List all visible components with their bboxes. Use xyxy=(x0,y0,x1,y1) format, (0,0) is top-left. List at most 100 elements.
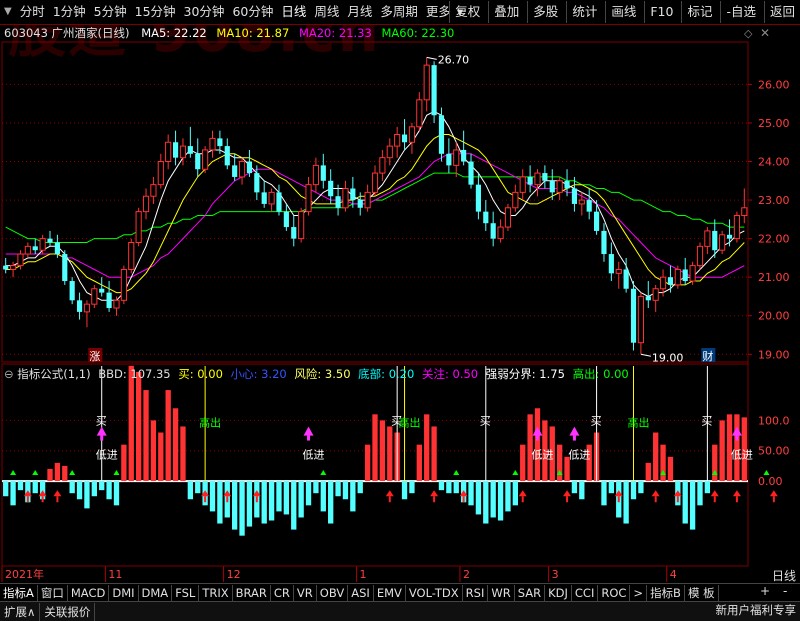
candle-up xyxy=(386,145,393,159)
promo-link[interactable]: 新用户福利专享 xyxy=(716,601,797,620)
bbd-bar-negative xyxy=(305,481,312,506)
bbd-bar-negative xyxy=(232,481,238,530)
indicator-tab-6[interactable]: TRIX xyxy=(199,584,233,602)
red-arrow-stem xyxy=(772,496,775,503)
related-quotes-button[interactable]: 关联报价 xyxy=(40,602,96,621)
zoom-in-button[interactable]: + xyxy=(760,583,770,600)
focus-triangle-stem xyxy=(307,435,311,441)
close-panel-icon[interactable]: ✕ xyxy=(760,26,770,40)
indicator-tab-15[interactable]: WR xyxy=(488,584,515,602)
indicator-tab-16[interactable]: SAR xyxy=(515,584,546,602)
candle-up xyxy=(179,145,187,159)
red-arrow-icon xyxy=(385,490,394,497)
indicator-tick-label: 100.0 xyxy=(758,414,790,427)
bbd-bar-negative xyxy=(453,481,459,494)
red-arrow-stem xyxy=(56,496,59,503)
indicator-tab-2[interactable]: MACD xyxy=(68,584,110,602)
candle-down xyxy=(246,161,253,174)
buy-signal-label: 买 xyxy=(591,414,602,427)
indicator-tab-5[interactable]: FSL xyxy=(172,584,200,602)
indicator-tab-14[interactable]: RSI xyxy=(463,584,489,602)
red-arrow-stem xyxy=(41,496,44,503)
candle-down xyxy=(54,242,60,255)
indicator-tab-18[interactable]: CCI xyxy=(572,584,599,602)
indicator-title[interactable]: 指标公式(1,1) xyxy=(17,367,90,381)
bbd-bar-negative xyxy=(268,481,275,521)
date-tick-label: 3 xyxy=(552,568,559,581)
candle-up xyxy=(733,214,741,240)
bbd-bar-negative xyxy=(320,481,326,512)
bottom-value: 底部: 0.20 xyxy=(358,367,415,381)
bbd-bar-negative xyxy=(3,481,9,497)
bbd-bar-negative xyxy=(10,481,16,506)
bbd-bar-negative xyxy=(505,481,511,512)
candle-up xyxy=(83,303,91,313)
diamond-icon[interactable]: ◇ xyxy=(744,27,752,40)
indicator-tab-3[interactable]: DMI xyxy=(109,584,139,602)
red-arrow-icon xyxy=(430,490,439,497)
green-arrow-icon xyxy=(763,470,770,475)
bbd-bar-negative xyxy=(99,481,105,491)
candle-down xyxy=(320,165,326,181)
bbd-bar-negative xyxy=(409,481,415,494)
bbd-bar-positive xyxy=(172,408,179,482)
indicator-tab-8[interactable]: CR xyxy=(271,584,294,602)
date-tick-label: 2 xyxy=(463,568,470,581)
expand-button[interactable]: 扩展∧ xyxy=(0,602,41,621)
candle-down xyxy=(667,277,674,285)
high-out-label: 高出 xyxy=(399,415,421,429)
bbd-bar-negative xyxy=(84,481,90,509)
candle-up xyxy=(637,295,644,344)
candle-down xyxy=(3,265,9,270)
indicator-collapse-icon[interactable]: ⊖ xyxy=(4,367,14,381)
kline-chart[interactable]: 26.0025.0024.0023.0022.0021.0020.0019.00… xyxy=(0,0,800,583)
focus-triangle-stem xyxy=(535,435,539,441)
indicator-tab-4[interactable]: DMA xyxy=(139,584,173,602)
candle-up xyxy=(9,265,17,270)
price-tick-label: 19.00 xyxy=(758,348,790,361)
green-arrow-icon xyxy=(320,470,327,475)
candle-down xyxy=(32,246,38,251)
candle-up xyxy=(379,157,386,174)
bbd-bar-positive xyxy=(416,444,422,482)
indicator-tick-label: 50.00 xyxy=(758,445,790,458)
red-arrow-icon xyxy=(53,490,62,497)
indicator-tab-7[interactable]: BRAR xyxy=(233,584,271,602)
candle-up xyxy=(371,172,379,193)
candle-down xyxy=(69,281,75,301)
indicator-tab-0[interactable]: 指标A xyxy=(0,584,38,602)
tab-right-0[interactable]: 指标B xyxy=(647,584,685,602)
tab-right-1[interactable]: 模 板 xyxy=(685,584,719,602)
zoom-out-button[interactable]: - xyxy=(783,583,787,600)
bbd-bar-positive xyxy=(387,426,393,482)
indicator-tab-13[interactable]: VOL-TDX xyxy=(406,584,463,602)
candle-down xyxy=(187,146,193,154)
indicator-tab-10[interactable]: OBV xyxy=(317,584,349,602)
candle-up xyxy=(578,199,585,205)
focus-triangle-icon xyxy=(303,426,314,436)
bbd-bar-positive xyxy=(150,420,157,482)
bbd-bar-negative xyxy=(475,481,482,515)
indicator-tab-9[interactable]: VR xyxy=(294,584,317,602)
red-arrow-stem xyxy=(462,496,465,503)
indicator-tab-1[interactable]: 窗口 xyxy=(38,584,68,602)
tab-more-button[interactable]: > xyxy=(630,584,648,602)
low-in-label: 低进 xyxy=(531,449,553,462)
price-tick-label: 25.00 xyxy=(758,117,790,130)
candle-down xyxy=(571,188,578,204)
bbd-bar-negative xyxy=(623,481,629,524)
low-marker-line xyxy=(640,353,651,357)
bbd-bar-negative xyxy=(32,481,38,494)
candle-down xyxy=(261,192,267,204)
bbd-bar-positive xyxy=(556,444,563,482)
indicator-tab-11[interactable]: ASI xyxy=(348,584,374,602)
bbd-bar-negative xyxy=(69,481,75,494)
indicator-tick-label: 0.00 xyxy=(758,475,783,488)
bbd-bar-positive xyxy=(143,390,149,482)
buy-value: 买: 0.00 xyxy=(178,367,223,381)
indicator-tab-12[interactable]: EMV xyxy=(374,584,406,602)
indicator-tab-19[interactable]: ROC xyxy=(598,584,631,602)
indicator-tab-17[interactable]: KDJ xyxy=(545,584,572,602)
bbd-bar-positive xyxy=(128,365,134,482)
bbd-bar-negative xyxy=(276,481,282,512)
